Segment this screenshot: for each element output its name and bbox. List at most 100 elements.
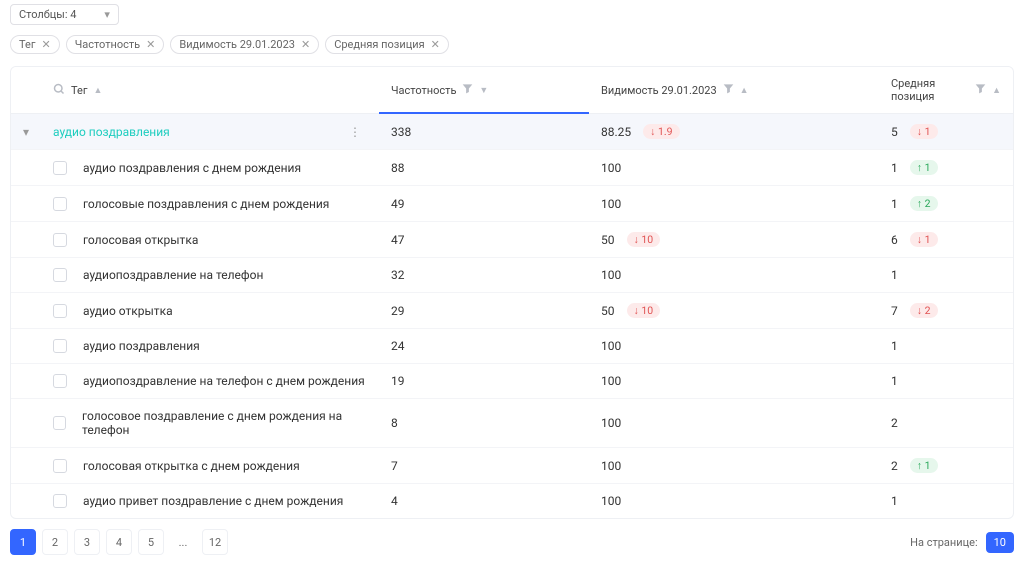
cell-pos: 1 [879,364,1013,398]
tag-label: голосовая открытка [83,233,198,247]
table-row: голосовая открытка4750↓ 106↓ 1 [11,222,1013,258]
close-icon[interactable]: ✕ [41,38,50,51]
close-icon[interactable]: ✕ [146,38,155,51]
cell-freq: 4 [379,484,589,518]
row-checkbox[interactable] [53,494,67,508]
row-checkbox[interactable] [53,416,66,430]
cell-freq: 24 [379,329,589,363]
table-row: аудио поздравления241001 [11,329,1013,364]
th-expand [11,67,41,113]
tag-label: голосовые поздравления с днем рождения [83,197,329,211]
delta-badge: ↓ 10 [627,232,661,247]
search-icon [53,83,65,98]
per-page-label: На странице: [910,536,977,549]
row-checkbox[interactable] [53,304,67,318]
page-button[interactable]: 12 [202,529,228,555]
page-button[interactable]: 3 [74,529,100,555]
filter-chip[interactable]: Частотность ✕ [66,35,165,54]
collapse-icon[interactable]: ▾ [23,125,29,139]
columns-label: Столбцы: [19,8,68,21]
tag-label: аудио поздравления [53,125,170,139]
delta-badge: ↓ 2 [910,303,938,318]
cell-freq: 8 [379,399,589,447]
row-checkbox[interactable] [53,233,67,247]
keywords-table: Тег ▲ Частотность ▼ Видимость 29.01.2023… [10,66,1014,519]
close-icon[interactable]: ✕ [301,38,310,51]
page-ellipsis: ... [170,529,196,555]
table-row: голосовое поздравление с днем рождения н… [11,399,1013,448]
table-row: аудио привет поздравление с днем рождени… [11,484,1013,518]
cell-vis: 50↓ 10 [589,222,879,257]
cell-freq: 49 [379,186,589,221]
row-checkbox[interactable] [53,374,67,388]
th-tag[interactable]: Тег ▲ [41,67,379,113]
tag-label: аудио поздравления [83,339,200,353]
per-page-value[interactable]: 10 [986,532,1014,553]
table-row: аудио поздравления с днем рождения881001… [11,150,1013,186]
delta-badge: ↓ 1 [910,124,938,139]
filter-icon [975,83,986,97]
chip-label: Видимость 29.01.2023 [179,38,295,51]
chip-label: Средняя позиция [334,38,424,51]
th-vis-label: Видимость 29.01.2023 [601,84,717,97]
sort-asc-icon: ▲ [740,85,749,96]
filter-chip[interactable]: Тег ✕ [10,35,60,54]
delta-badge: ↑ 1 [910,160,938,175]
cell-vis: 100 [589,484,879,518]
table-header: Тег ▲ Частотность ▼ Видимость 29.01.2023… [11,67,1013,114]
delta-badge: ↓ 1.9 [643,124,679,139]
table-row: голосовая открытка с днем рождения71002↑… [11,448,1013,484]
columns-value: 4 [70,8,76,21]
table-row-master[interactable]: ▾аудио поздравления⋮33888.25↓ 1.95↓ 1 [11,114,1013,150]
th-tag-label: Тег [71,84,87,97]
th-vis[interactable]: Видимость 29.01.2023 ▲ [589,67,879,113]
cell-freq: 19 [379,364,589,398]
cell-freq: 88 [379,150,589,185]
columns-select[interactable]: Столбцы: 4 ▾ [10,4,119,25]
cell-freq: 338 [379,114,589,149]
cell-pos: 1 [879,484,1013,518]
cell-vis: 100 [589,364,879,398]
delta-badge: ↑ 2 [910,196,938,211]
cell-pos: 7↓ 2 [879,293,1013,328]
more-icon[interactable]: ⋮ [343,125,367,139]
table-row: голосовые поздравления с днем рождения 49… [11,186,1013,222]
tag-label: голосовое поздравление с днем рождения н… [82,409,367,437]
chip-label: Тег [19,38,35,51]
th-freq[interactable]: Частотность ▼ [379,67,589,113]
cell-pos: 6↓ 1 [879,222,1013,257]
row-checkbox[interactable] [53,339,67,353]
chevron-down-icon: ▾ [104,8,110,21]
row-checkbox[interactable] [53,268,67,282]
cell-vis: 100 [589,399,879,447]
delta-badge: ↓ 10 [627,303,661,318]
th-pos-label: Средняя позиция [891,77,969,103]
table-row: аудиопоздравление на телефон с днем рожд… [11,364,1013,399]
cell-pos: 5↓ 1 [879,114,1013,149]
close-icon[interactable]: ✕ [431,38,440,51]
cell-freq: 32 [379,258,589,292]
tag-label: аудио открытка [83,304,173,318]
filter-icon [723,83,734,97]
page-button[interactable]: 1 [10,529,36,555]
tag-label: аудио поздравления с днем рождения [83,161,301,175]
cell-pos: 2 [879,399,1013,447]
sort-desc-icon: ▼ [479,85,488,96]
filter-chip[interactable]: Средняя позиция ✕ [325,35,449,54]
cell-vis: 100 [589,258,879,292]
th-pos[interactable]: Средняя позиция ▲ [879,67,1013,113]
row-checkbox[interactable] [53,197,67,211]
row-checkbox[interactable] [53,161,67,175]
page-button[interactable]: 5 [138,529,164,555]
chip-label: Частотность [75,38,140,51]
page-button[interactable]: 2 [42,529,68,555]
cell-vis: 50↓ 10 [589,293,879,328]
filter-chip[interactable]: Видимость 29.01.2023 ✕ [170,35,319,54]
row-checkbox[interactable] [53,459,67,473]
delta-badge: ↓ 1 [910,232,938,247]
tag-label: голосовая открытка с днем рождения [83,459,300,473]
tag-label: аудиопоздравление на телефон с днем рожд… [83,374,365,388]
page-button[interactable]: 4 [106,529,132,555]
filter-icon [462,83,473,97]
pagination: 12345...12 На странице: 10 [10,519,1014,565]
